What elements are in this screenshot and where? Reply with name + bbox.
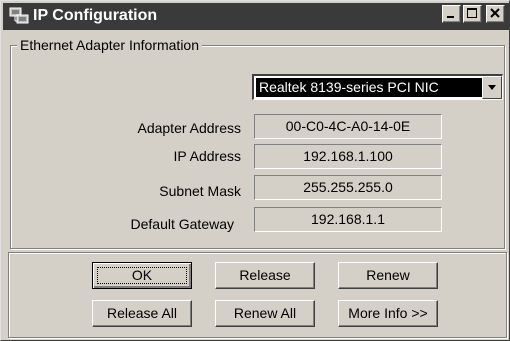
release-button-label: Release	[239, 267, 291, 283]
ip-configuration-window: IP Configuration Ethernet Adapter Inform…	[0, 0, 510, 341]
renew-all-button[interactable]: Renew All	[215, 300, 315, 327]
close-icon	[490, 8, 500, 18]
network-computer-icon	[9, 7, 29, 25]
release-all-button-label: Release All	[106, 305, 178, 321]
adapter-address-value: 00-C0-4C-A0-14-0E	[254, 114, 442, 139]
adapter-address-label: Adapter Address	[137, 120, 241, 136]
renew-button-label: Renew	[366, 267, 410, 283]
dropdown-button[interactable]	[482, 76, 502, 99]
group-title: Ethernet Adapter Information	[17, 37, 202, 53]
ok-button[interactable]: OK	[92, 262, 192, 289]
maximize-button[interactable]	[463, 5, 482, 23]
default-gateway-label: Default Gateway	[130, 216, 235, 232]
window-title: IP Configuration	[33, 7, 158, 24]
minimize-icon	[447, 16, 454, 18]
subnet-mask-value: 255.255.255.0	[254, 175, 442, 200]
title-bar[interactable]: IP Configuration	[3, 3, 509, 30]
ip-address-label: IP Address	[173, 148, 241, 164]
default-gateway-value: 192.168.1.1	[254, 207, 442, 232]
close-button[interactable]	[486, 5, 505, 23]
release-all-button[interactable]: Release All	[92, 300, 192, 327]
renew-all-button-label: Renew All	[233, 305, 297, 321]
adapter-select-value: Realtek 8139-series PCI NIC	[256, 78, 482, 97]
more-info-button[interactable]: More Info >>	[338, 300, 438, 327]
more-info-button-label: More Info >>	[348, 305, 428, 321]
ip-address-value: 192.168.1.100	[254, 144, 442, 169]
adapter-select[interactable]: Realtek 8139-series PCI NIC	[252, 74, 503, 100]
release-button[interactable]: Release	[215, 262, 315, 289]
renew-button[interactable]: Renew	[338, 262, 438, 289]
chevron-down-icon	[488, 85, 496, 90]
minimize-button[interactable]	[442, 5, 461, 23]
maximize-icon	[467, 8, 477, 18]
subnet-mask-label: Subnet Mask	[159, 183, 241, 199]
focus-ring	[97, 267, 187, 284]
